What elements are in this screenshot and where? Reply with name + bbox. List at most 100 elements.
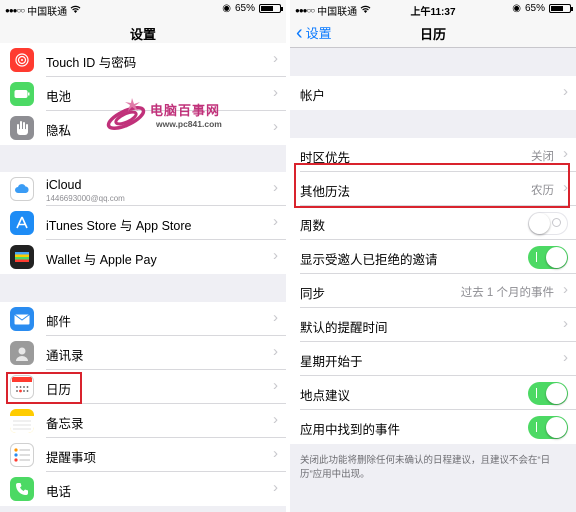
notes-icon	[10, 409, 34, 433]
setting-label: 显示受邀人已拒绝的邀请	[300, 253, 438, 267]
toggle-knob	[529, 213, 550, 234]
battery-fill	[551, 6, 563, 11]
chevron-right-icon: ›	[273, 411, 278, 428]
setting-value: 关闭	[531, 151, 554, 163]
status-bar: ●●●○○ 中国联通 上午11:37 ◉ 65%	[290, 0, 576, 18]
chevron-right-icon: ›	[563, 281, 568, 298]
app-store-icon	[10, 211, 34, 235]
toggle-knob	[546, 247, 567, 268]
phone-icon	[10, 477, 34, 501]
setting-label: 应用中找到的事件	[300, 423, 401, 437]
setting-label: 周数	[300, 219, 326, 233]
watermark-logo-icon	[106, 98, 146, 130]
wallet-icon	[10, 245, 34, 269]
settings-item-label: 日历	[46, 383, 72, 397]
settings-item-mail[interactable]: 邮件 ›	[0, 302, 286, 336]
battery-percent: 65%	[234, 3, 255, 14]
toggle-on-mark	[536, 388, 537, 398]
page-title: 设置	[129, 27, 156, 42]
show-declined-toggle[interactable]	[528, 246, 568, 269]
settings-item-label: 提醒事项	[46, 451, 97, 465]
settings-item-label: 通讯录	[46, 349, 84, 363]
wifi-icon	[70, 5, 81, 16]
watermark-url: www.pc841.com	[156, 119, 222, 129]
settings-item-label: Wallet 与 Apple Pay	[46, 253, 157, 267]
setting-label: 帐户	[300, 89, 326, 103]
toggle-on-mark	[536, 252, 537, 262]
setting-label: 地点建议	[300, 389, 351, 403]
settings-item-contacts[interactable]: 通讯录 ›	[0, 336, 286, 370]
contacts-icon	[10, 341, 34, 365]
found-events-toggle[interactable]	[528, 416, 568, 439]
chevron-right-icon: ›	[563, 83, 568, 100]
orientation-lock-icon: ◉	[222, 3, 231, 14]
chevron-right-icon: ›	[273, 50, 278, 67]
settings-item-calendar[interactable]: 日历 ›	[0, 370, 286, 404]
battery-fill	[261, 6, 273, 11]
fingerprint-icon	[10, 48, 34, 72]
calendar-setting-accounts[interactable]: 帐户 ›	[290, 76, 576, 110]
chevron-right-icon: ›	[563, 349, 568, 366]
chevron-right-icon: ›	[273, 84, 278, 101]
toggle-knob	[546, 383, 567, 404]
settings-item-reminders[interactable]: 提醒事项 ›	[0, 438, 286, 472]
chevron-right-icon: ›	[563, 315, 568, 332]
settings-item-label: 邮件	[46, 315, 72, 329]
toggle-on-mark	[536, 422, 537, 432]
setting-label: 星期开始于	[300, 355, 363, 369]
status-bar: ●●●○○ 中国联通 ◉ 65%	[0, 0, 286, 18]
chevron-right-icon: ›	[563, 145, 568, 162]
calendar-setting-week-start[interactable]: 星期开始于 ›	[290, 342, 576, 376]
settings-item-label: 电池	[46, 90, 72, 104]
setting-value: 过去 1 个月的事件	[460, 287, 554, 299]
settings-item-touchid[interactable]: Touch ID 与密码 ›	[0, 43, 286, 77]
battery-icon	[549, 4, 573, 13]
week-numbers-toggle[interactable]	[528, 212, 568, 235]
setting-label: 时区优先	[300, 151, 351, 165]
battery-icon	[10, 82, 34, 106]
watermark: 电脑百事网 www.pc841.com	[104, 94, 244, 140]
calendar-setting-alternate-calendars[interactable]: 其他历法 农历 ›	[290, 172, 576, 206]
battery-icon	[259, 4, 283, 13]
settings-item-phone[interactable]: 电话 ›	[0, 472, 286, 506]
calendar-setting-sync[interactable]: 同步 过去 1 个月的事件 ›	[290, 274, 576, 308]
hand-icon	[10, 116, 34, 140]
settings-item-label: 备忘录	[46, 417, 84, 431]
chevron-right-icon: ›	[273, 179, 278, 196]
settings-screen: ●●●○○ 中国联通 ◉ 65% 设置 Touch ID 与密码 › 电池 ›	[0, 0, 286, 512]
settings-item-label: 隐私	[46, 124, 72, 138]
settings-item-notes[interactable]: 备忘录 ›	[0, 404, 286, 438]
chevron-right-icon: ›	[273, 213, 278, 230]
setting-value: 农历	[531, 185, 554, 197]
setting-label: 同步	[300, 287, 326, 301]
battery-percent: 65%	[524, 3, 545, 14]
setting-label: 默认的提醒时间	[300, 321, 388, 335]
settings-item-itunes[interactable]: iTunes Store 与 App Store ›	[0, 206, 286, 240]
settings-item-wallet[interactable]: Wallet 与 Apple Pay ›	[0, 240, 286, 274]
settings-item-label: iTunes Store 与 App Store	[46, 219, 192, 233]
calendar-setting-timezone[interactable]: 时区优先 关闭 ›	[290, 138, 576, 172]
envelope-icon	[10, 307, 34, 331]
footnote: 关闭此功能将删除任何未确认的日程建议，且建议不会在“日历”应用中出现。	[300, 455, 551, 480]
chevron-right-icon: ›	[273, 309, 278, 326]
carrier-label: 中国联通	[27, 7, 68, 18]
calendar-setting-default-alert[interactable]: 默认的提醒时间 ›	[290, 308, 576, 342]
toggle-off-mark	[552, 218, 561, 227]
chevron-right-icon: ›	[273, 377, 278, 394]
nav-bar: ‹ 设置 日历	[290, 17, 576, 48]
page-title: 日历	[419, 27, 446, 42]
chevron-right-icon: ›	[273, 479, 278, 496]
signal-icon: ●●●○○	[5, 6, 25, 15]
chevron-right-icon: ›	[273, 445, 278, 462]
chevron-right-icon: ›	[273, 343, 278, 360]
settings-item-label: Touch ID 与密码	[46, 56, 137, 70]
cloud-icon	[10, 177, 34, 201]
settings-item-icloud[interactable]: iCloud 1446693000@qq.com ›	[0, 172, 286, 206]
setting-label: 其他历法	[300, 185, 351, 199]
chevron-right-icon: ›	[273, 247, 278, 264]
calendar-setting-show-declined: 显示受邀人已拒绝的邀请	[290, 240, 576, 274]
settings-item-label: 电话	[46, 485, 72, 499]
calendar-icon	[10, 375, 34, 399]
location-suggestions-toggle[interactable]	[528, 382, 568, 405]
calendar-setting-location: 地点建议	[290, 376, 576, 410]
